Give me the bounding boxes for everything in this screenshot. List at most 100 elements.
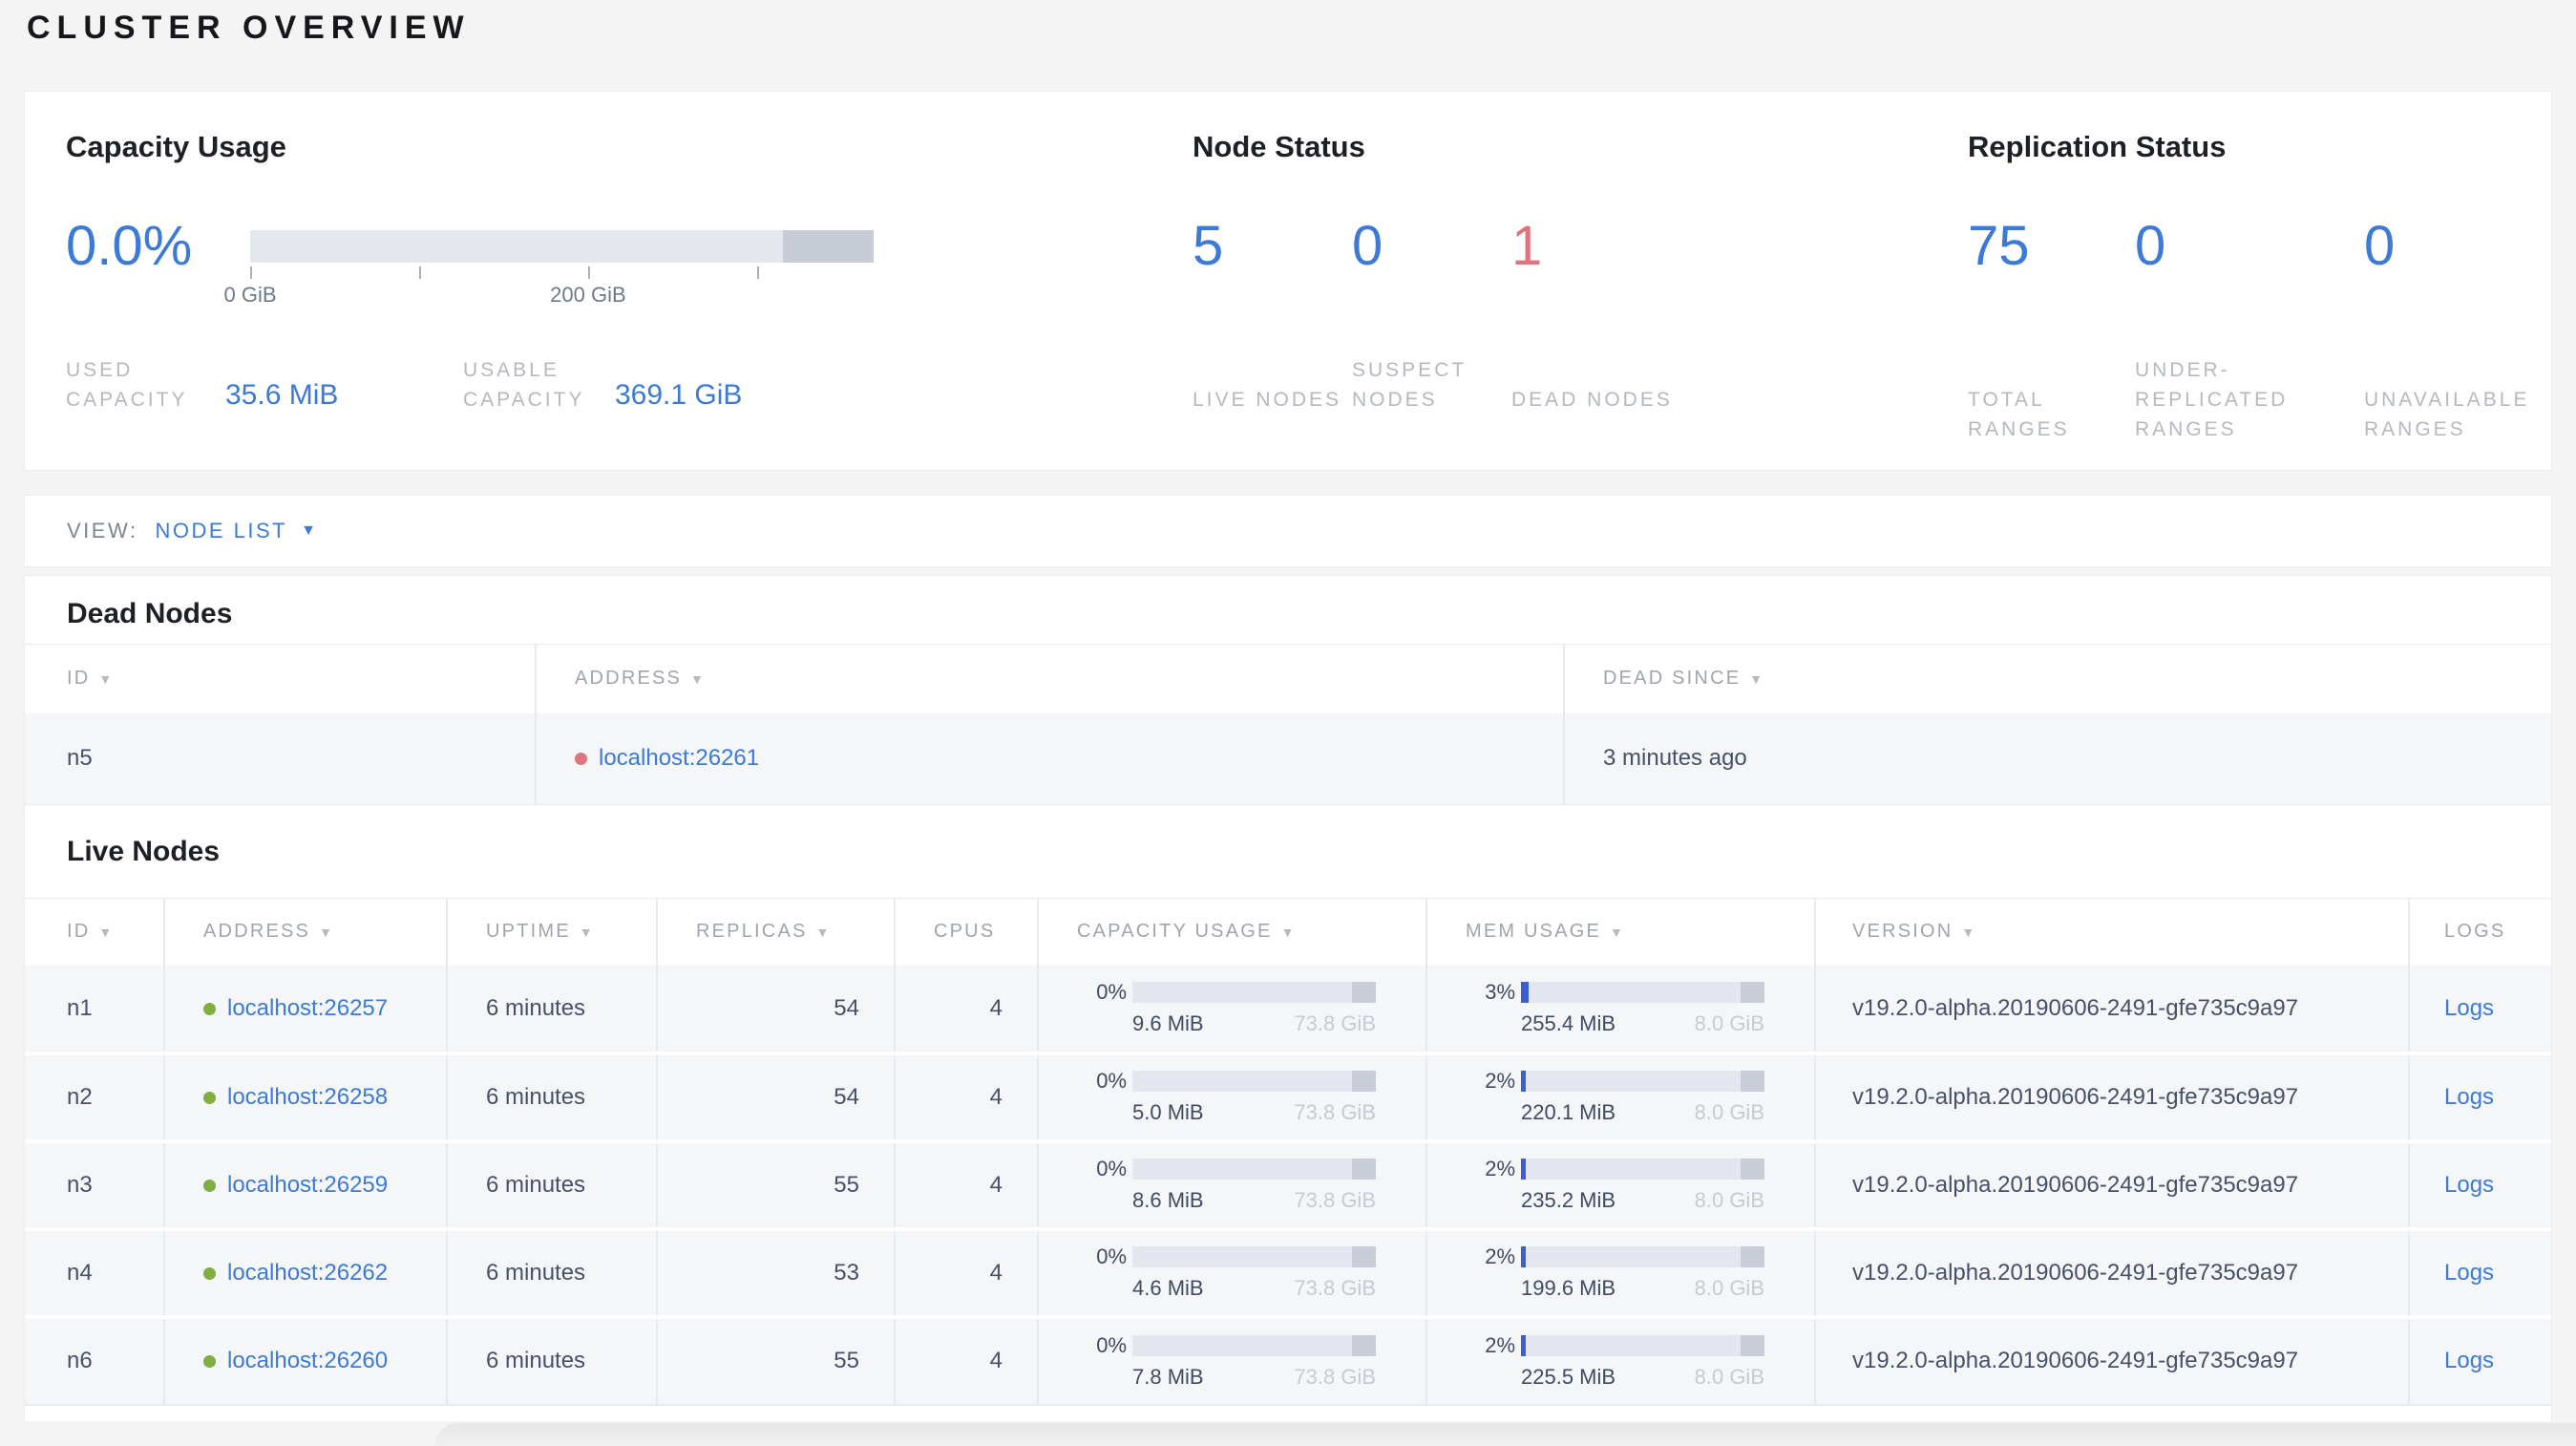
sort-icon: ▼ [98,671,115,688]
mem-used-value: 235.2 MiB [1521,1188,1616,1212]
capacity-mini-reserved [1351,1071,1376,1092]
logs-cell: Logs [2408,1053,2551,1141]
dead-col-id[interactable]: ID ▼ [25,644,536,713]
node-address-cell: localhost:26261 [535,712,1564,805]
replicas-cell: 55 [656,1316,895,1405]
cpus-cell: 4 [894,1053,1038,1141]
logs-cell: Logs [2408,1140,2551,1229]
dead-node-row: n5 localhost:26261 3 minutes ago [25,712,2551,805]
capacity-bar-reserved-segment [782,230,874,263]
mem-mini-bar [1521,982,1764,1003]
node-status-labels: LIVE NODES SUSPECT NODES DEAD NODES [1193,355,1683,415]
mem-used-value: 220.1 MiB [1521,1100,1616,1124]
dead-col-address[interactable]: ADDRESS ▼ [535,644,1564,713]
suspect-nodes-label: SUSPECT NODES [1352,359,1467,411]
node-status-heading: Node Status [1193,130,1365,163]
replicas-cell: 55 [656,1140,895,1229]
capacity-mini-bar [1132,1246,1376,1267]
mem-mini-bar [1521,1071,1764,1092]
node-address-link[interactable]: localhost:26257 [227,995,388,1021]
live-col-id[interactable]: ID ▼ [25,898,164,966]
capacity-usage-heading: Capacity Usage [66,130,286,163]
mem-percent: 2% [1485,1069,1515,1093]
dead-col-dead-since[interactable]: DEAD SINCE ▼ [1563,644,2551,713]
capacity-total-value: 73.8 GiB [1294,1100,1376,1124]
live-col-uptime[interactable]: UPTIME ▼ [446,898,657,966]
sort-icon: ▼ [1610,925,1626,941]
live-col-address[interactable]: ADDRESS ▼ [163,898,447,966]
overview-summary-card: Capacity Usage 0.0% 0 GiB 200 GiB USED C… [24,91,2552,471]
logs-link[interactable]: Logs [2444,1348,2494,1373]
live-col-version[interactable]: VERSION ▼ [1814,898,2409,966]
capacity-used-value: 8.6 MiB [1132,1188,1204,1212]
replication-status-labels: TOTAL RANGES UNDER-REPLICATED RANGES UNA… [1968,355,2565,444]
capacity-bar-track [250,230,874,263]
mem-mini-fill [1521,1159,1527,1180]
mem-usage-cell: 2% 235.2 MiB 8.0 GiB [1425,1140,1815,1229]
axis-tick-label-200: 200 GiB [550,283,626,307]
capacity-percent: 0% [1096,1157,1127,1180]
axis-tick [250,266,252,279]
live-col-memory[interactable]: MEM USAGE ▼ [1425,898,1815,966]
logs-link[interactable]: Logs [2444,1084,2494,1110]
uptime-cell: 6 minutes [446,1316,657,1405]
sort-icon: ▼ [1749,671,1765,688]
live-col-capacity[interactable]: CAPACITY USAGE ▼ [1037,898,1426,966]
mem-percent: 3% [1485,980,1515,1004]
mem-mini-bar [1521,1246,1764,1267]
view-dropdown[interactable]: NODE LIST ▼ [155,519,318,543]
sort-icon: ▼ [98,925,115,941]
axis-tick [756,266,759,279]
live-node-row: n6 localhost:26260 6 minutes 55 4 0% 7.8… [25,1316,2551,1405]
node-address-link[interactable]: localhost:26259 [227,1172,388,1198]
capacity-used-value: 9.6 MiB [1132,1011,1204,1035]
dead-nodes-table: ID ▼ ADDRESS ▼ DEAD SINCE ▼ n5 localhost:26… [25,644,2551,805]
node-id-cell: n1 [67,994,93,1021]
node-id-cell: n2 [67,1083,93,1110]
mem-mini-reserved [1740,1071,1764,1092]
logs-link[interactable]: Logs [2444,995,2494,1021]
live-nodes-heading: Live Nodes [67,835,221,867]
unavailable-ranges-label: UNAVAILABLE RANGES [2364,389,2530,440]
node-address-link[interactable]: localhost:26258 [227,1084,388,1110]
node-address-cell: localhost:26258 [163,1053,447,1141]
replication-status-section: Replication Status 75 0 0 TOTAL RANGES U… [1944,92,2545,470]
capacity-total-value: 73.8 GiB [1294,1276,1376,1300]
live-node-row: n3 localhost:26259 6 minutes 55 4 0% 8.6… [25,1140,2551,1229]
mem-usage-cell: 2% 220.1 MiB 8.0 GiB [1425,1053,1815,1141]
capacity-mini-reserved [1351,1159,1376,1180]
live-nodes-label: LIVE NODES [1193,389,1342,411]
usable-capacity-value: 369.1 GiB [615,379,743,411]
cpus-cell: 4 [894,1228,1038,1317]
logs-cell: Logs [2408,965,2551,1053]
dead-nodes-count: 1 [1511,215,1543,277]
replicas-cell: 53 [656,1228,895,1317]
view-label: VIEW: [67,519,138,542]
version-cell: v19.2.0-alpha.20190606-2491-gfe735c9a97 [1814,1140,2409,1229]
mem-mini-bar [1521,1334,1764,1356]
node-address-link[interactable]: localhost:26261 [599,745,759,771]
logs-link[interactable]: Logs [2444,1260,2494,1286]
mem-mini-reserved [1740,1334,1764,1356]
capacity-usage-cell: 0% 8.6 MiB 73.8 GiB [1037,1140,1426,1229]
dead-nodes-heading: Dead Nodes [67,597,233,629]
node-id-cell: n3 [67,1171,93,1198]
mem-total-value: 8.0 GiB [1694,1364,1764,1389]
sort-icon: ▼ [690,671,707,688]
node-address-link[interactable]: localhost:26260 [227,1348,388,1373]
chevron-down-icon: ▼ [301,522,319,539]
sort-icon: ▼ [319,925,335,941]
live-col-replicas[interactable]: REPLICAS ▼ [656,898,895,966]
capacity-used-value: 4.6 MiB [1132,1276,1204,1300]
mem-percent: 2% [1485,1157,1515,1180]
mem-mini-bar [1521,1159,1764,1180]
live-nodes-table: ID ▼ ADDRESS ▼ UPTIME ▼ REPLICAS ▼ CPUS CAPA… [25,898,2551,1406]
version-cell: v19.2.0-alpha.20190606-2491-gfe735c9a97 [1814,1228,2409,1317]
node-address-link[interactable]: localhost:26262 [227,1260,388,1286]
mem-mini-fill [1521,1071,1527,1092]
logs-link[interactable]: Logs [2444,1172,2494,1198]
sort-icon: ▼ [1280,925,1297,941]
mem-usage-cell: 2% 199.6 MiB 8.0 GiB [1425,1228,1815,1317]
capacity-stats: USED CAPACITY 35.6 MiB USABLE CAPACITY 3… [66,355,742,415]
mem-percent: 2% [1485,1244,1515,1268]
